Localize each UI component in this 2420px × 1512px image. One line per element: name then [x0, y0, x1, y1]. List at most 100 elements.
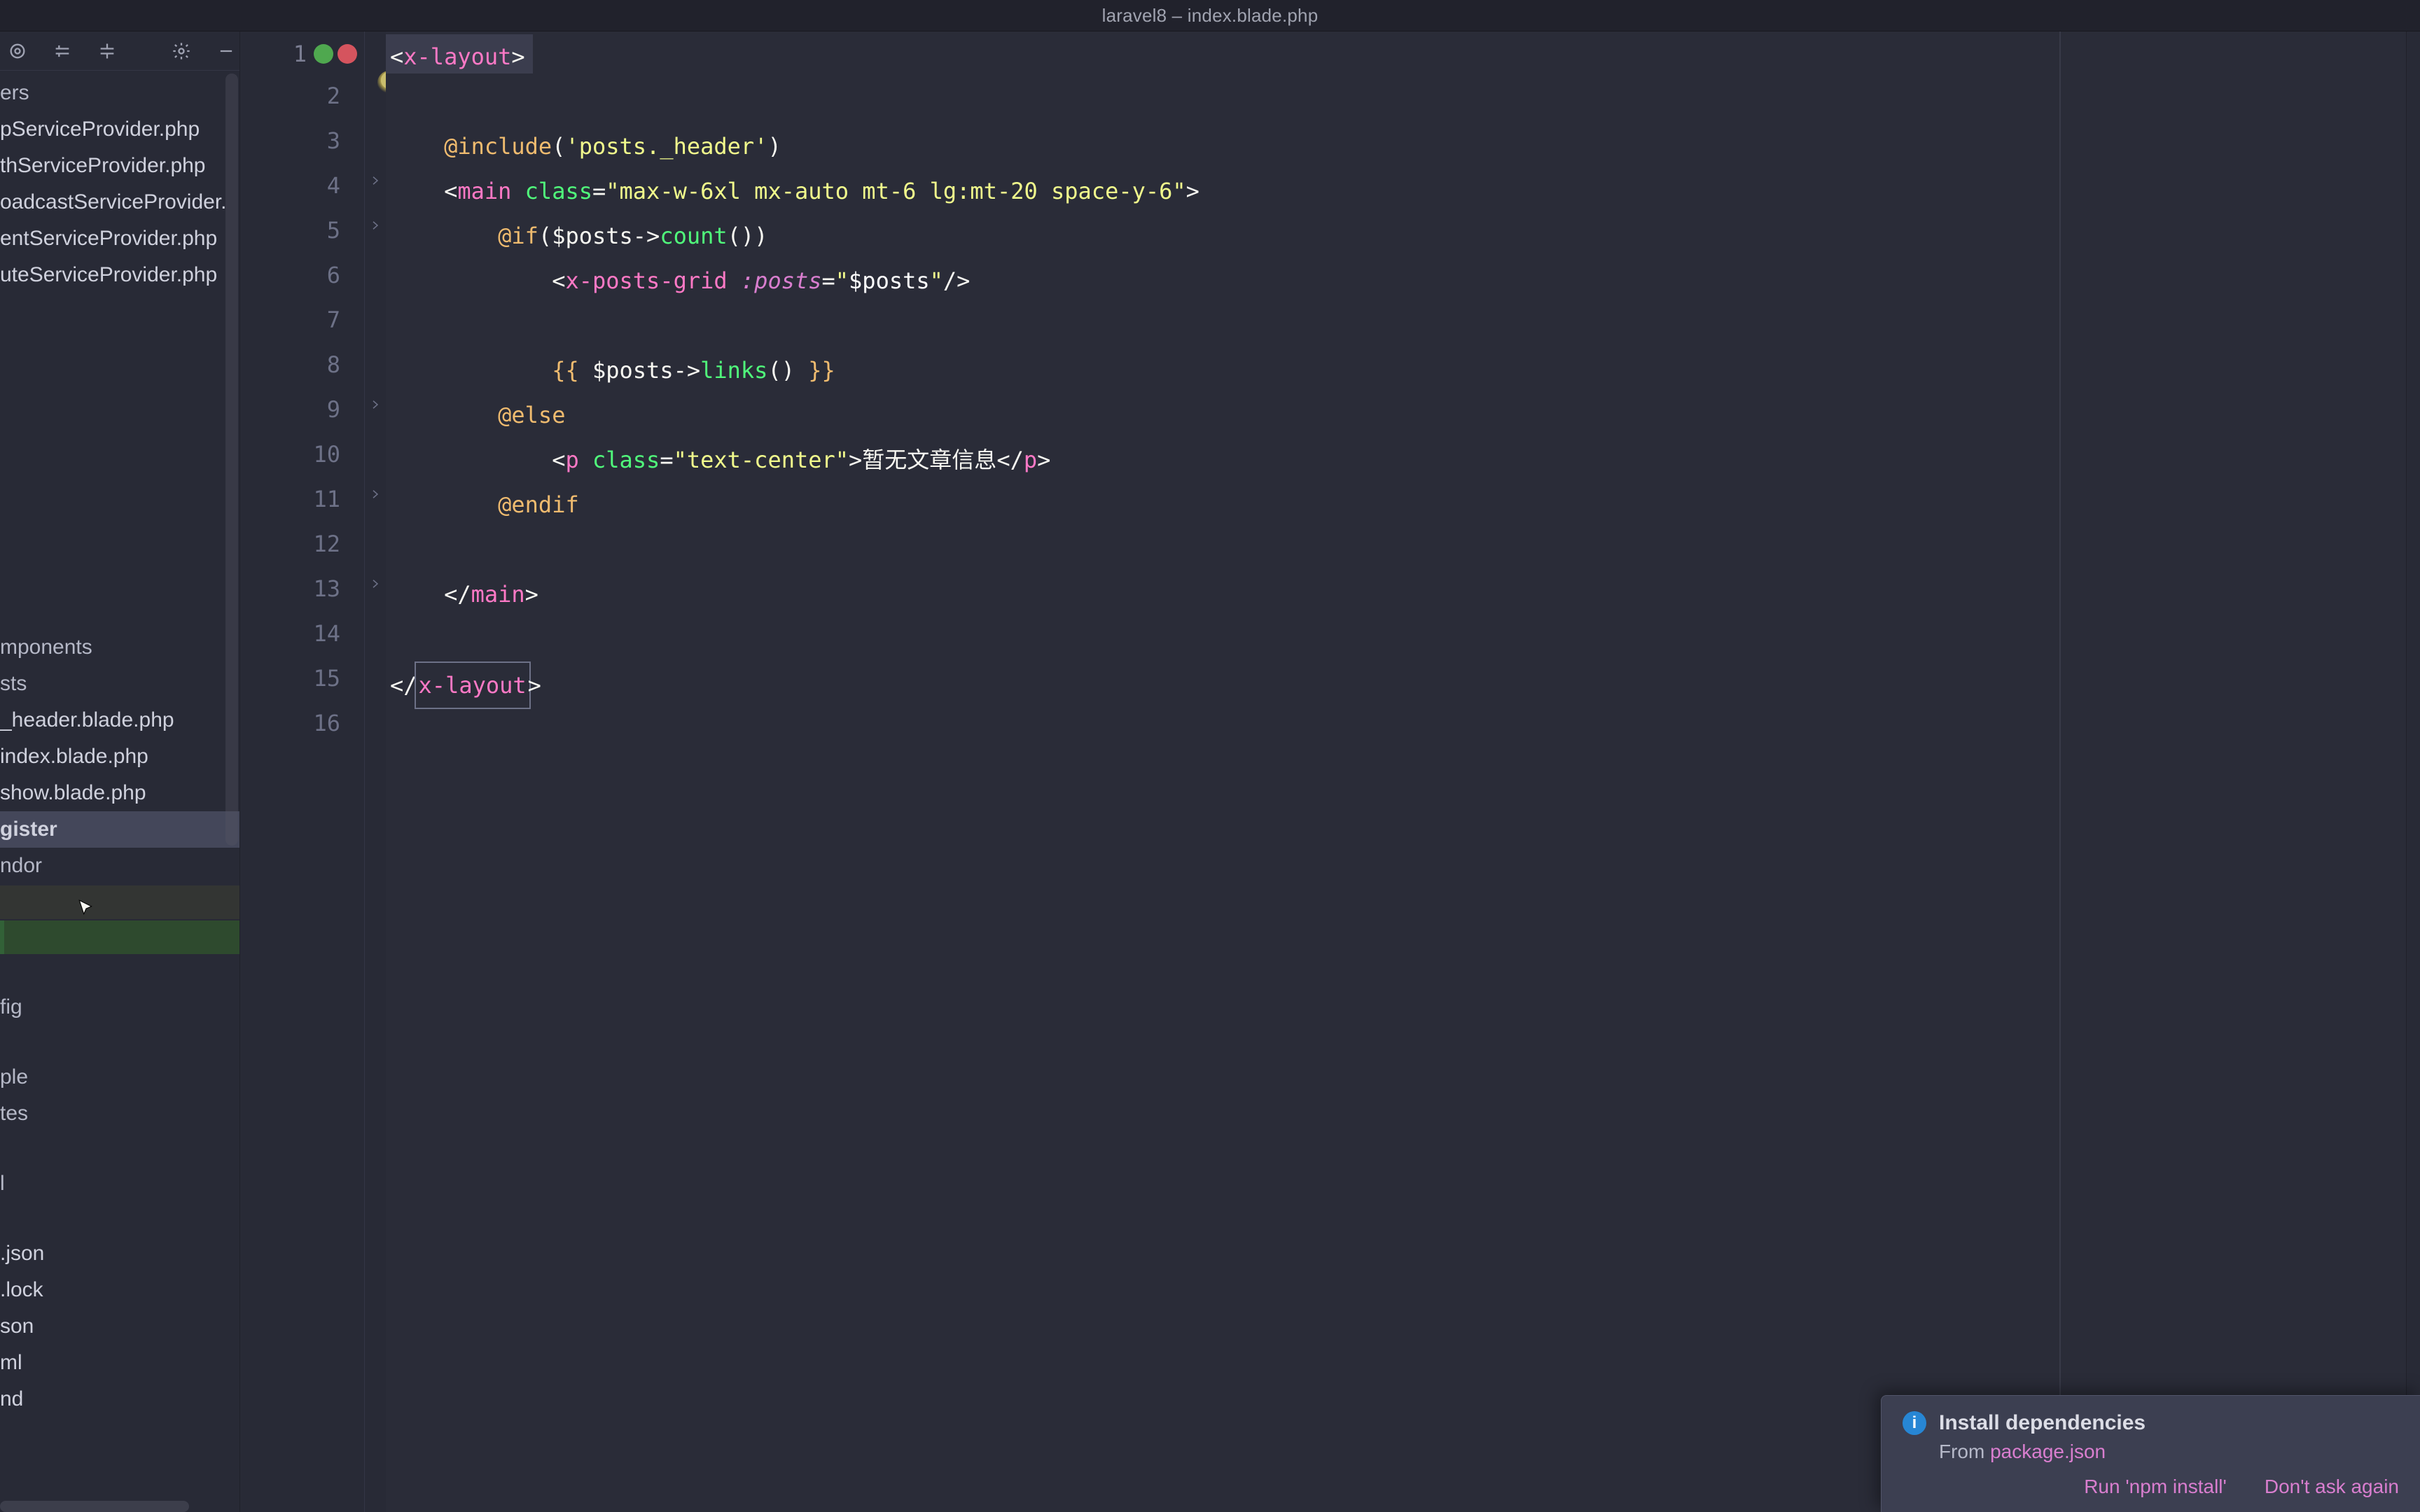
sidebar-vscrollbar[interactable]	[225, 74, 238, 1477]
code-token: {{	[552, 357, 592, 384]
tree-folder[interactable]: sts	[0, 666, 239, 702]
code-line[interactable]	[386, 527, 2406, 572]
editor-area[interactable]: <x-layout> @include('posts._header') <ma…	[386, 31, 2420, 1512]
code-token: x-layout	[403, 43, 511, 70]
tree-file[interactable]: son	[0, 1308, 239, 1345]
matching-tag-highlight: x-layout	[415, 662, 531, 709]
code-token	[579, 447, 592, 473]
code-line[interactable]: @endif	[386, 482, 2406, 527]
code-line[interactable]: </x-layout>	[386, 662, 2406, 706]
code-token: ()	[728, 223, 755, 249]
code-token: class	[592, 447, 660, 473]
tree-file[interactable]: thServiceProvider.php	[0, 148, 239, 184]
fold-toggle-icon[interactable]	[368, 218, 383, 233]
tree-file[interactable]: oadcastServiceProvider.	[0, 184, 239, 220]
tree-folder[interactable]: ple	[0, 1059, 239, 1096]
code-line[interactable]: @if($posts->count())	[386, 214, 2406, 258]
inspection-ok-icon[interactable]	[314, 44, 333, 64]
code-token: ->	[633, 223, 660, 249]
project-tree[interactable]: ers pServiceProvider.phpthServiceProvider…	[0, 71, 239, 1418]
code-line[interactable]: </main>	[386, 572, 2406, 617]
gear-icon[interactable]	[168, 38, 195, 64]
line-number: 4	[240, 163, 364, 208]
code-line[interactable]: @else	[386, 393, 2406, 438]
tree-folder[interactable]: tes	[0, 1096, 239, 1132]
tree-folder[interactable]: ers	[0, 75, 239, 111]
fold-toggle-icon[interactable]	[368, 576, 383, 592]
run-npm-install-button[interactable]: Run 'npm install'	[2084, 1476, 2227, 1498]
fold-column[interactable]	[365, 31, 386, 1512]
code-token: (	[552, 133, 565, 160]
tree-file[interactable]: index.blade.php	[0, 738, 239, 775]
code-line[interactable]	[386, 617, 2406, 662]
code-line[interactable]: <x-posts-grid :posts="$posts"/>	[386, 258, 2406, 303]
line-number: 11	[240, 477, 364, 522]
tree-file[interactable]: entServiceProvider.php	[0, 220, 239, 257]
collapse-all-icon[interactable]	[94, 38, 120, 64]
tree-file[interactable]: pServiceProvider.php	[0, 111, 239, 148]
sidebar-vscroll-thumb[interactable]	[225, 74, 238, 846]
line-number: 7	[240, 298, 364, 342]
tree-item-label: _header.blade.php	[0, 708, 174, 732]
target-icon[interactable]	[4, 38, 31, 64]
code-token: @include	[444, 133, 552, 160]
tree-file[interactable]: _header.blade.php	[0, 702, 239, 738]
line-number: 9	[240, 387, 364, 432]
code-token: @else	[498, 402, 565, 428]
code-editor[interactable]: <x-layout> @include('posts._header') <ma…	[386, 31, 2406, 1512]
tree-file[interactable]: .json	[0, 1236, 239, 1272]
line-number: 3	[240, 118, 364, 163]
code-line[interactable]: <x-layout>	[386, 34, 2406, 79]
tree-spacer	[0, 1026, 239, 1059]
tree-spacer	[0, 562, 239, 596]
error-stripe[interactable]	[2406, 31, 2420, 1512]
code-token: >	[525, 581, 538, 608]
code-line[interactable]: {{ $posts->links() }}	[386, 348, 2406, 393]
tree-item-label: ple	[0, 1065, 28, 1089]
code-token: )	[767, 133, 781, 160]
vcs-change-marker	[0, 886, 239, 919]
inspection-error-icon[interactable]	[338, 44, 357, 64]
code-token: />	[943, 267, 971, 294]
fold-toggle-icon[interactable]	[368, 486, 383, 502]
tree-folder[interactable]: ndor	[0, 848, 239, 884]
tree-folder[interactable]: mponents	[0, 629, 239, 666]
fold-toggle-icon[interactable]	[368, 397, 383, 412]
gutter-first-line: 1	[240, 34, 364, 74]
expand-all-icon[interactable]	[49, 38, 76, 64]
minimize-icon[interactable]	[213, 38, 239, 64]
dont-ask-again-button[interactable]: Don't ask again	[2265, 1476, 2399, 1498]
code-token: ()	[767, 357, 795, 384]
code-line[interactable]: @include('posts._header')	[386, 124, 2406, 169]
code-token: ->	[674, 357, 701, 384]
tree-item-label: ers	[0, 81, 29, 105]
workspace: ers pServiceProvider.phpthServiceProvider…	[0, 31, 2420, 1512]
tree-file[interactable]: uteServiceProvider.php	[0, 257, 239, 293]
code-token	[511, 178, 524, 204]
project-sidebar[interactable]: ers pServiceProvider.phpthServiceProvider…	[0, 31, 240, 1512]
code-token: <	[444, 178, 457, 204]
tree-file[interactable]: .lock	[0, 1272, 239, 1308]
tree-file[interactable]: nd	[0, 1381, 239, 1418]
sidebar-hscroll-thumb[interactable]	[0, 1501, 189, 1512]
tree-spacer	[0, 360, 239, 394]
window-title: laravel8 – index.blade.php	[1102, 5, 1319, 27]
fold-toggle-icon[interactable]	[368, 173, 383, 188]
tree-item-label: .lock	[0, 1278, 43, 1302]
tree-file[interactable]: ml	[0, 1345, 239, 1381]
tree-file[interactable]: show.blade.php	[0, 775, 239, 811]
code-line[interactable]	[386, 303, 2406, 348]
tree-spacer	[0, 596, 239, 629]
code-token: =	[660, 447, 673, 473]
tree-folder[interactable]: gister	[0, 811, 239, 848]
code-line[interactable]	[386, 706, 2406, 751]
code-line[interactable]	[386, 79, 2406, 124]
code-token: x-posts-grid	[565, 267, 727, 294]
code-line[interactable]: <p class="text-center">暂无文章信息</p>	[386, 438, 2406, 482]
notification-from-label: From	[1939, 1441, 1990, 1462]
tree-folder[interactable]: l	[0, 1166, 239, 1202]
sidebar-hscrollbar[interactable]	[0, 1501, 239, 1512]
tree-folder[interactable]: fig	[0, 989, 239, 1026]
notification-package-link[interactable]: package.json	[1990, 1441, 2106, 1462]
code-line[interactable]: <main class="max-w-6xl mx-auto mt-6 lg:m…	[386, 169, 2406, 214]
